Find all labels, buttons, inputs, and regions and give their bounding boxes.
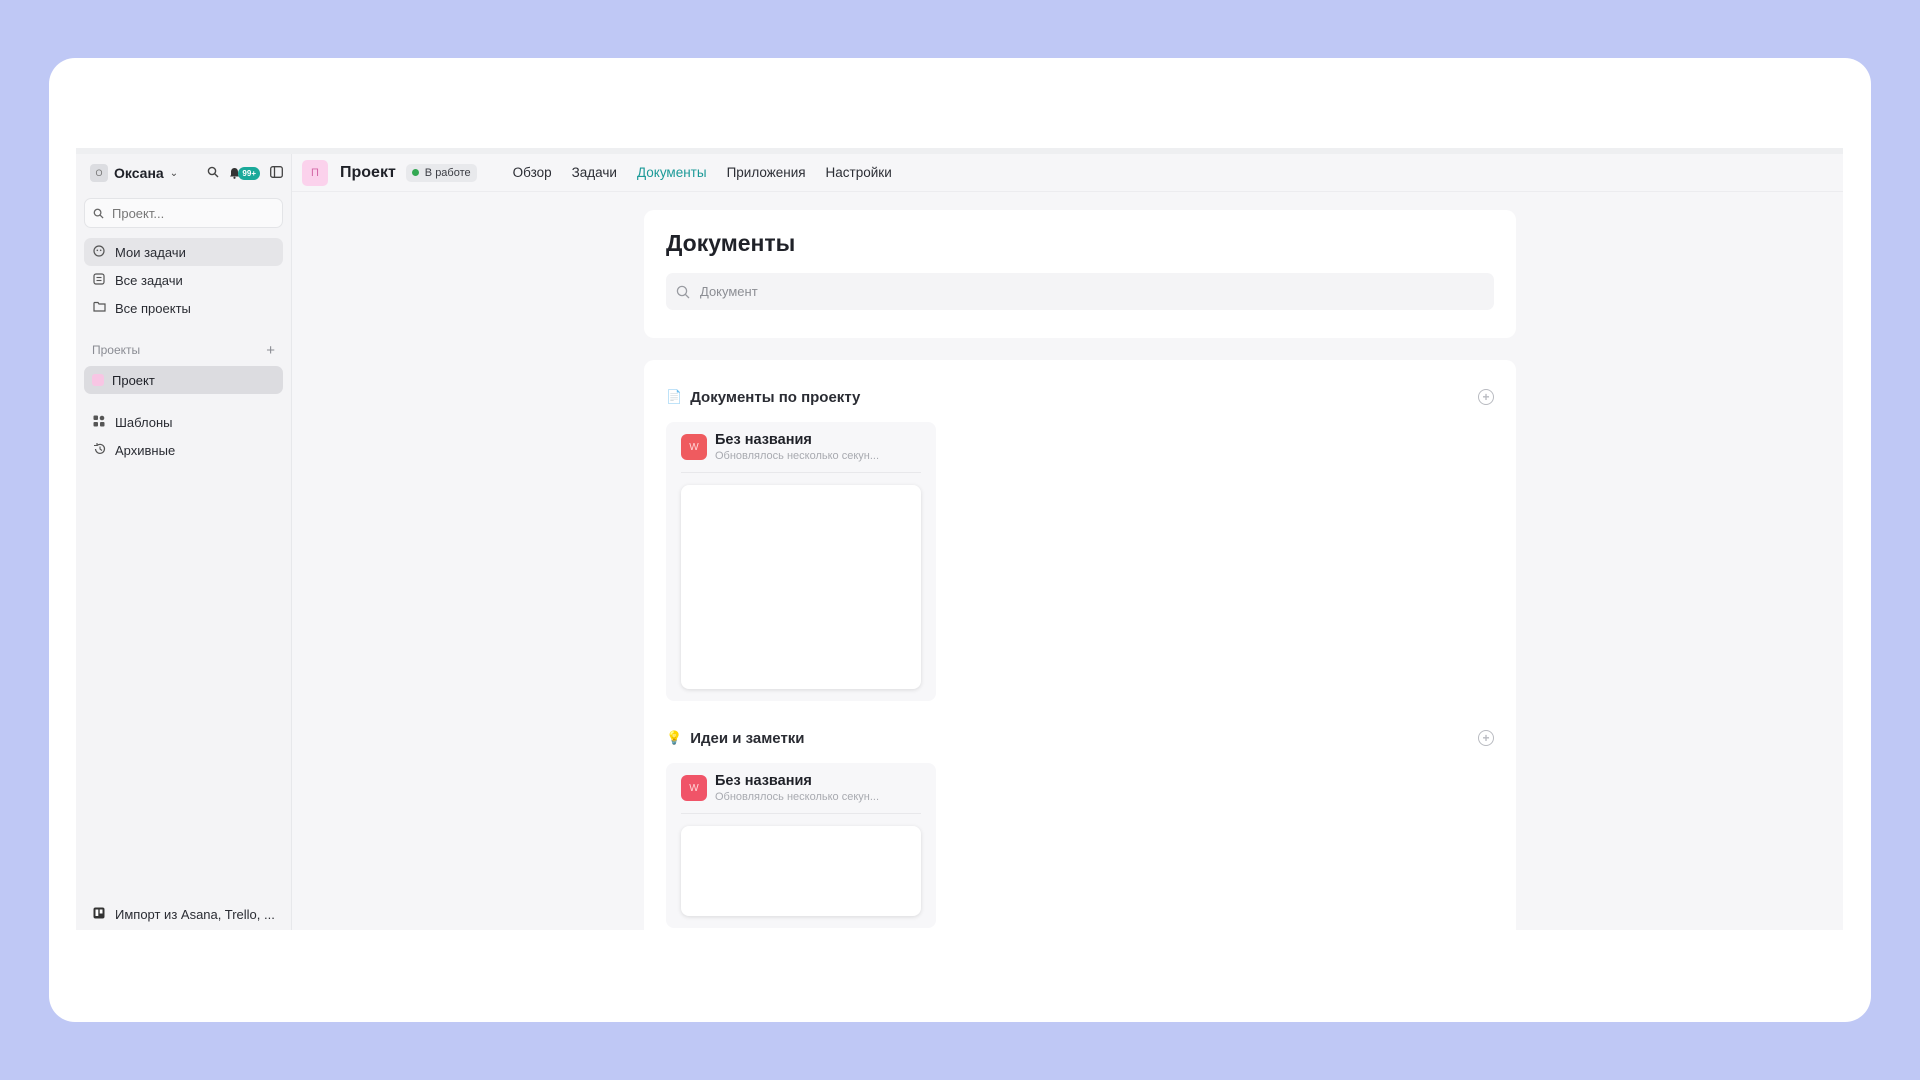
tab-overview[interactable]: Обзор [513,165,552,180]
sidebar-search-input[interactable]: Проект... [84,198,283,228]
document-preview[interactable] [681,485,921,689]
document-meta: Без названия Обновлялось несколько секун… [715,432,879,462]
section-header: 📄 Документы по проекту + [666,388,1494,406]
sidebar-search-placeholder: Проект... [112,205,165,221]
document-card-header: W Без названия Обновлялось несколько сек… [681,773,921,814]
document-card-header: W Без названия Обновлялось несколько сек… [681,432,921,473]
document-card[interactable]: W Без названия Обновлялось несколько сек… [666,422,936,701]
sidebar-item-project[interactable]: Проект [84,366,283,394]
history-icon [92,442,106,458]
chevron-down-icon[interactable]: ⌄ [170,168,178,179]
documents-header-card: Документы Документ [644,210,1516,338]
window-frame: О Оксана ⌄ 99+ Проект... Мои задачи Все … [49,58,1871,1022]
import-label: Импорт из Asana, Trello, ... [115,906,275,922]
document-name: Без названия [715,432,812,448]
lightbulb-emoji-icon: 💡 [666,730,683,745]
folder-icon [92,301,106,315]
user-avatar[interactable]: О [90,164,108,182]
sidebar-item-all-projects[interactable]: Все проекты [84,294,283,322]
sidebar-toggle-icon[interactable] [270,165,283,181]
project-title[interactable]: Проект [340,164,396,182]
tab-tasks[interactable]: Задачи [572,165,617,180]
checklist-icon [92,272,106,288]
status-label: В работе [424,166,471,179]
section-header: 💡 Идеи и заметки + [666,729,1494,747]
main-area: П Проект В работе Обзор Задачи Документы… [292,154,1843,960]
document-meta: Без названия Обновлялось несколько секун… [715,773,879,803]
projects-section-header: Проекты + [76,340,291,360]
document-emoji-icon: 📄 [666,389,683,404]
tab-apps[interactable]: Приложения [727,165,806,180]
document-updated: Обновлялось несколько секун... [715,791,880,803]
search-icon[interactable] [207,166,219,181]
documents-list-card: 📄 Документы по проекту + W Без названия … [644,360,1516,960]
status-badge[interactable]: В работе [405,163,477,182]
add-project-icon[interactable]: + [266,342,275,359]
section-title: Документы по проекту [690,388,861,406]
sidebar-header: О Оксана ⌄ 99+ [76,154,291,192]
add-document-icon[interactable]: + [1478,730,1494,746]
tab-settings[interactable]: Настройки [826,165,892,180]
search-icon [93,208,104,219]
add-document-icon[interactable]: + [1478,389,1494,405]
notifications-button[interactable]: 99+ [229,166,260,180]
document-card[interactable]: W Без названия Обновлялось несколько сек… [666,763,936,928]
word-doc-icon: W [681,775,707,801]
import-button[interactable]: Импорт из Asana, Trello, ... [84,900,283,928]
sidebar-item-label: Все проекты [115,300,191,316]
status-dot-icon [411,169,419,176]
sidebar: О Оксана ⌄ 99+ Проект... Мои задачи Все … [76,154,292,930]
trello-icon [92,907,106,922]
sidebar-item-label: Все задачи [115,272,183,288]
projects-section-title: Проекты [92,343,141,357]
project-tabs: Обзор Задачи Документы Приложения Настро… [513,165,892,180]
sidebar-item-templates[interactable]: Шаблоны [84,408,283,436]
section-title: Идеи и заметки [690,729,805,747]
templates-icon [92,415,106,430]
sidebar-item-my-tasks[interactable]: Мои задачи [84,238,283,266]
document-search-input[interactable]: Документ [666,273,1494,310]
target-icon [92,244,106,260]
sidebar-item-label: Архивные [115,442,176,458]
sidebar-nav: Мои задачи Все задачи Все проекты [76,238,291,322]
app-window: О Оксана ⌄ 99+ Проект... Мои задачи Все … [76,148,1843,960]
sidebar-header-icons: 99+ [207,165,283,181]
word-doc-icon: W [681,434,707,460]
documents-content: Документы Документ 📄 Документы по проект… [644,210,1516,960]
sidebar-secondary-nav: Шаблоны Архивные [76,408,291,464]
document-name: Без названия [715,773,812,789]
sidebar-item-label: Шаблоны [115,414,173,430]
sidebar-item-label: Мои задачи [115,244,186,260]
project-topbar: П Проект В работе Обзор Задачи Документы… [292,154,1843,192]
project-avatar[interactable]: П [302,159,328,186]
document-preview[interactable] [681,826,921,916]
sidebar-item-label: Проект [112,372,155,388]
sidebar-item-archived[interactable]: Архивные [84,436,283,464]
page-title: Документы [666,230,796,256]
document-updated: Обновлялось несколько секун... [715,450,880,462]
notification-badge: 99+ [238,166,260,180]
user-name[interactable]: Оксана [114,165,164,181]
sidebar-item-all-tasks[interactable]: Все задачи [84,266,283,294]
document-search-placeholder: Документ [700,284,758,299]
search-icon [676,285,690,298]
tab-documents[interactable]: Документы [637,165,707,180]
project-color-icon [92,374,104,386]
